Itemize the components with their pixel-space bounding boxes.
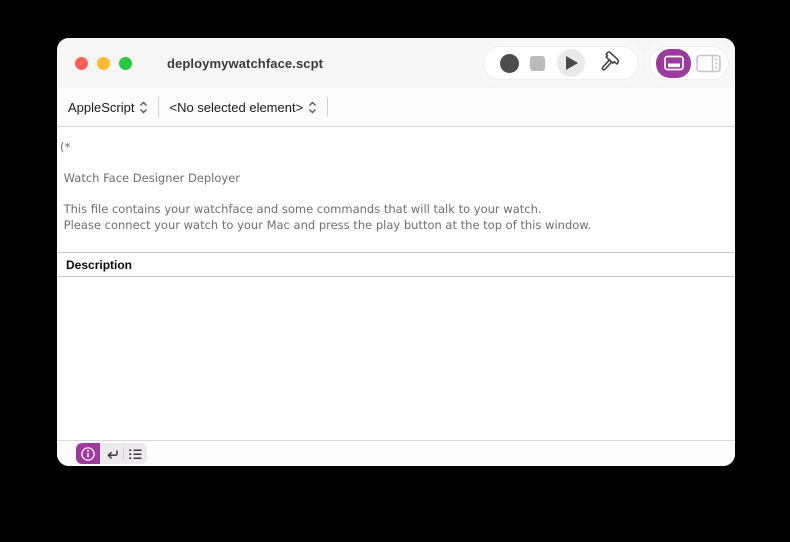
run-controls-group [483,46,639,80]
traffic-lights [75,57,132,70]
navbar-separator [327,97,328,117]
list-icon [127,446,144,462]
return-arrow-icon [104,446,120,462]
script-editor-window: deploymywatchface.scpt [57,38,735,466]
stop-button[interactable] [530,56,545,71]
script-text-area[interactable]: (* Watch Face Designer Deployer This fil… [57,127,735,252]
inspector-icon [695,53,722,74]
stop-icon [530,56,545,71]
play-icon [566,56,578,70]
result-log-segments [100,443,147,464]
accessory-panel-header: Description [57,252,735,277]
accessory-view-switcher [76,443,147,464]
script-comment-text: (* Watch Face Designer Deployer This fil… [60,140,729,233]
element-popup[interactable]: <No selected element> [167,98,319,117]
description-content-area[interactable] [57,277,735,440]
description-tab-button[interactable] [76,443,100,464]
zoom-button[interactable] [119,57,132,70]
close-button[interactable] [75,57,88,70]
chevron-updown-icon [308,101,317,114]
chevron-updown-icon [139,101,148,114]
navigation-bar: AppleScript <No selected element> [57,88,735,127]
panel-toggles-group [649,46,729,80]
record-button[interactable] [500,54,519,73]
log-tab-button[interactable] [124,443,147,464]
minimize-button[interactable] [97,57,110,70]
run-button[interactable] [557,49,585,77]
language-popup-label: AppleScript [68,100,134,115]
toolbar [483,46,729,80]
element-popup-label: <No selected element> [169,100,303,115]
navbar-separator [158,97,159,117]
accessory-view-toggle-button[interactable] [656,49,691,78]
record-icon [500,54,519,73]
hammer-icon [596,50,622,76]
inspector-toggle-button[interactable] [695,53,722,74]
language-popup[interactable]: AppleScript [66,98,150,117]
window-title: deploymywatchface.scpt [167,56,323,71]
result-tab-button[interactable] [100,443,123,464]
compile-button[interactable] [596,50,622,76]
description-header-label: Description [66,258,132,272]
titlebar: deploymywatchface.scpt [57,38,735,88]
status-bar [57,440,735,466]
info-icon [80,446,96,462]
accessory-view-icon [663,54,685,72]
